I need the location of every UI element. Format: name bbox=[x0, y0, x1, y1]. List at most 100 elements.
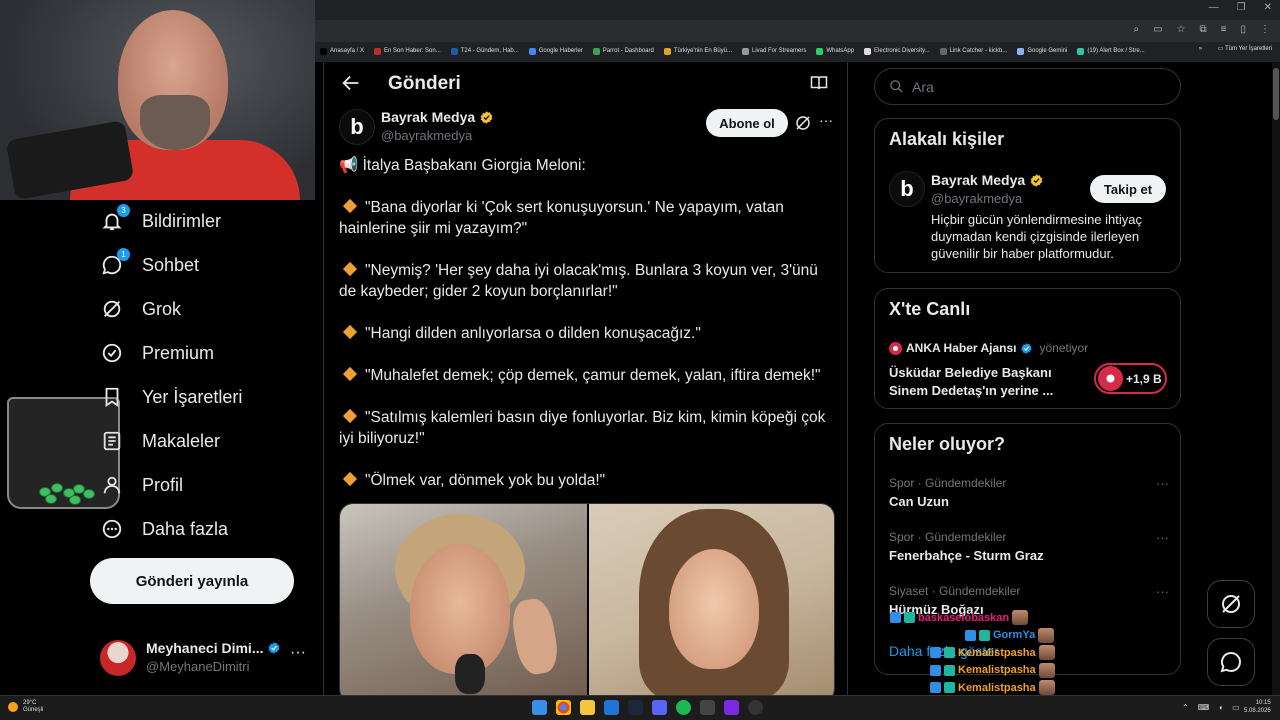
all-bookmarks-link[interactable]: Tüm Yer İşaretleri bbox=[1225, 46, 1272, 52]
chat-icon bbox=[1220, 651, 1241, 673]
live-card[interactable]: X'te Canlı ANKA Haber Ajansı yönetiyor Ü… bbox=[874, 288, 1181, 409]
trend-more-icon[interactable]: ··· bbox=[1156, 584, 1169, 599]
live-title: X'te Canlı bbox=[889, 299, 971, 319]
chrome-icon[interactable] bbox=[556, 700, 571, 715]
trend-item[interactable]: Spor · Gündemdekiler Can Uzun ··· bbox=[889, 476, 1169, 509]
bookmark-item[interactable]: WhatsApp bbox=[816, 47, 854, 55]
bookmark-item[interactable]: Türkiye'nin En Büyü... bbox=[663, 47, 732, 55]
search-input[interactable] bbox=[912, 78, 1162, 95]
bookmark-item[interactable]: Link Catcher - kickb... bbox=[939, 47, 1007, 55]
account-switcher[interactable]: Meyhaneci Dimi... @MeyhaneDimitri ··· bbox=[100, 636, 315, 680]
speaker-icon[interactable]: ◖ bbox=[1218, 703, 1223, 712]
sidebar-icon[interactable]: ▯ bbox=[1240, 24, 1246, 35]
start-icon[interactable] bbox=[532, 700, 547, 715]
nav-item-sohbet[interactable]: 1 Sohbet bbox=[100, 248, 199, 280]
menu-icon[interactable]: ⋮ bbox=[1260, 24, 1270, 35]
bookmark-item[interactable]: Google Haberler bbox=[528, 47, 583, 55]
subscribe-button[interactable]: Abone ol bbox=[706, 109, 788, 137]
bookmark-item[interactable]: Google Gemini bbox=[1017, 47, 1067, 55]
bookmark-item[interactable]: Parrot - Dashboard bbox=[592, 47, 654, 55]
weather-widget[interactable]: 29°C Güneşli bbox=[8, 700, 43, 714]
close-icon[interactable]: ✕ bbox=[1264, 2, 1272, 13]
more-circle-icon bbox=[100, 517, 124, 541]
discord-icon[interactable] bbox=[652, 700, 667, 715]
cast-icon[interactable]: ▭ bbox=[1153, 24, 1162, 35]
address-bar[interactable]: ⌕ ▭ ☆ ⧉ ≡ ▯ ⋮ bbox=[315, 20, 1280, 42]
post-more-icon[interactable]: ··· bbox=[819, 112, 833, 128]
browser-chrome: — ❐ ✕ ⌕ ▭ ☆ ⧉ ≡ ▯ ⋮ Anasayfa / X En Son H… bbox=[315, 0, 1280, 62]
bookmarks-overflow[interactable]: » ▭ Tüm Yer İşaretleri bbox=[1199, 45, 1272, 52]
bookmark-item[interactable]: Anasayfa / X bbox=[320, 47, 364, 55]
trend-item[interactable]: Spor · Gündemdekiler Fenerbahçe - Sturm G… bbox=[889, 530, 1169, 563]
post-quote: "Muhalefet demek; çöp demek, çamur demek… bbox=[339, 365, 839, 386]
grok-icon[interactable] bbox=[794, 114, 812, 132]
live-listeners-pill[interactable]: +1,9 B bbox=[1094, 363, 1167, 394]
scrollbar-thumb[interactable] bbox=[1273, 68, 1279, 120]
related-avatar[interactable]: b bbox=[889, 171, 925, 207]
nav-item-daha-fazla[interactable]: Daha fazla bbox=[100, 514, 228, 544]
trend-more-icon[interactable]: ··· bbox=[1156, 476, 1169, 491]
bookmark-favicon-icon bbox=[939, 47, 947, 55]
nav-item-yer-i-şaretleri[interactable]: Yer İşaretleri bbox=[100, 382, 242, 412]
taskbar-apps bbox=[532, 700, 763, 715]
related-handle[interactable]: @bayrakmedya bbox=[931, 191, 1022, 206]
app-icon[interactable] bbox=[700, 700, 715, 715]
bookmark-item[interactable]: En Son Haber: Son... bbox=[374, 47, 441, 55]
trend-more-icon[interactable]: ··· bbox=[1156, 530, 1169, 545]
follow-button[interactable]: Takip et bbox=[1090, 175, 1166, 203]
post-author-name[interactable]: Bayrak Medya bbox=[381, 109, 494, 125]
nav-item-premium[interactable]: Premium bbox=[100, 338, 214, 368]
tray-chevron-icon[interactable]: ⌃ bbox=[1182, 703, 1189, 712]
star-icon[interactable]: ☆ bbox=[1177, 24, 1186, 35]
obs-icon[interactable] bbox=[748, 700, 763, 715]
extensions-icon[interactable]: ⧉ bbox=[1200, 24, 1207, 35]
nav-item-grok[interactable]: Grok bbox=[100, 294, 181, 324]
post-button[interactable]: Gönderi yayınla bbox=[90, 558, 294, 604]
bookmark-favicon-icon bbox=[1077, 47, 1085, 55]
page-scrollbar[interactable] bbox=[1272, 62, 1280, 695]
bookmark-item[interactable]: (19) Alert Box / Stre... bbox=[1077, 47, 1145, 55]
nav-item-bildirimler[interactable]: 3 Bildirimler bbox=[100, 204, 221, 236]
taskbar: 29°C Güneşli ⌃ ⌨ ◖ ▭ 10:15 5.08.2026 bbox=[0, 695, 1280, 720]
steam-icon[interactable] bbox=[628, 700, 643, 715]
post-author-handle[interactable]: @bayrakmedya bbox=[381, 128, 472, 143]
trend-category: Siyaset · Gündemdekiler bbox=[889, 584, 1021, 598]
nav-item-label: Grok bbox=[142, 298, 182, 319]
bookmark-item[interactable]: T24 - Gündem, Hab... bbox=[450, 47, 519, 55]
related-people-card: Alakalı kişiler b Bayrak Medya @bayrakme… bbox=[874, 118, 1181, 273]
minimize-icon[interactable]: — bbox=[1209, 2, 1219, 13]
chat-badge-icon bbox=[930, 647, 941, 658]
live-text: Üsküdar Belediye Başkanı Sinem Dedetaş'ı… bbox=[889, 365, 1054, 398]
clock[interactable]: 10:15 5.08.2026 bbox=[1244, 699, 1271, 715]
related-name[interactable]: Bayrak Medya bbox=[931, 172, 1044, 188]
folder-icon: ▭ bbox=[1217, 46, 1224, 52]
post-image[interactable] bbox=[339, 503, 835, 695]
restore-icon[interactable]: ❐ bbox=[1237, 2, 1246, 13]
search-box[interactable] bbox=[874, 68, 1181, 105]
bookmark-item[interactable]: Electronic Diversity... bbox=[864, 47, 930, 55]
battery-icon[interactable]: ▭ bbox=[1232, 703, 1240, 712]
reader-icon[interactable] bbox=[810, 75, 828, 91]
verified-gold-icon bbox=[480, 110, 493, 124]
bookmarks-more-button[interactable]: » bbox=[1199, 46, 1202, 52]
back-arrow-icon[interactable] bbox=[340, 72, 362, 94]
chat-message: baskaselobaskan bbox=[890, 610, 1029, 625]
post-text: 📢 İtalya Başbakanı Giorgia Meloni: "Bana… bbox=[339, 155, 839, 512]
chat-message: Kemalistpasha bbox=[930, 680, 1055, 695]
bookmark-item[interactable]: Livad For Streamers bbox=[742, 47, 806, 55]
app-icon[interactable] bbox=[724, 700, 739, 715]
notification-badge: 1 bbox=[117, 248, 130, 261]
zoom-icon[interactable]: ⌕ bbox=[1133, 24, 1139, 35]
messages-fab-button[interactable] bbox=[1207, 638, 1255, 686]
profile-menu-icon[interactable]: ≡ bbox=[1221, 24, 1227, 35]
spotify-icon[interactable] bbox=[676, 700, 691, 715]
bookmark-favicon-icon bbox=[528, 47, 536, 55]
post-quote: "Hangi dilden anlıyorlarsa o dilden konu… bbox=[339, 323, 839, 344]
app-icon[interactable] bbox=[604, 700, 619, 715]
grok-fab-button[interactable] bbox=[1207, 580, 1255, 628]
chat-emote-icon bbox=[1038, 627, 1055, 643]
post-author-avatar[interactable]: b bbox=[339, 109, 375, 145]
file-explorer-icon[interactable] bbox=[580, 700, 595, 715]
network-icon[interactable]: ⌨ bbox=[1198, 703, 1210, 712]
account-more-icon[interactable]: ··· bbox=[290, 644, 306, 662]
